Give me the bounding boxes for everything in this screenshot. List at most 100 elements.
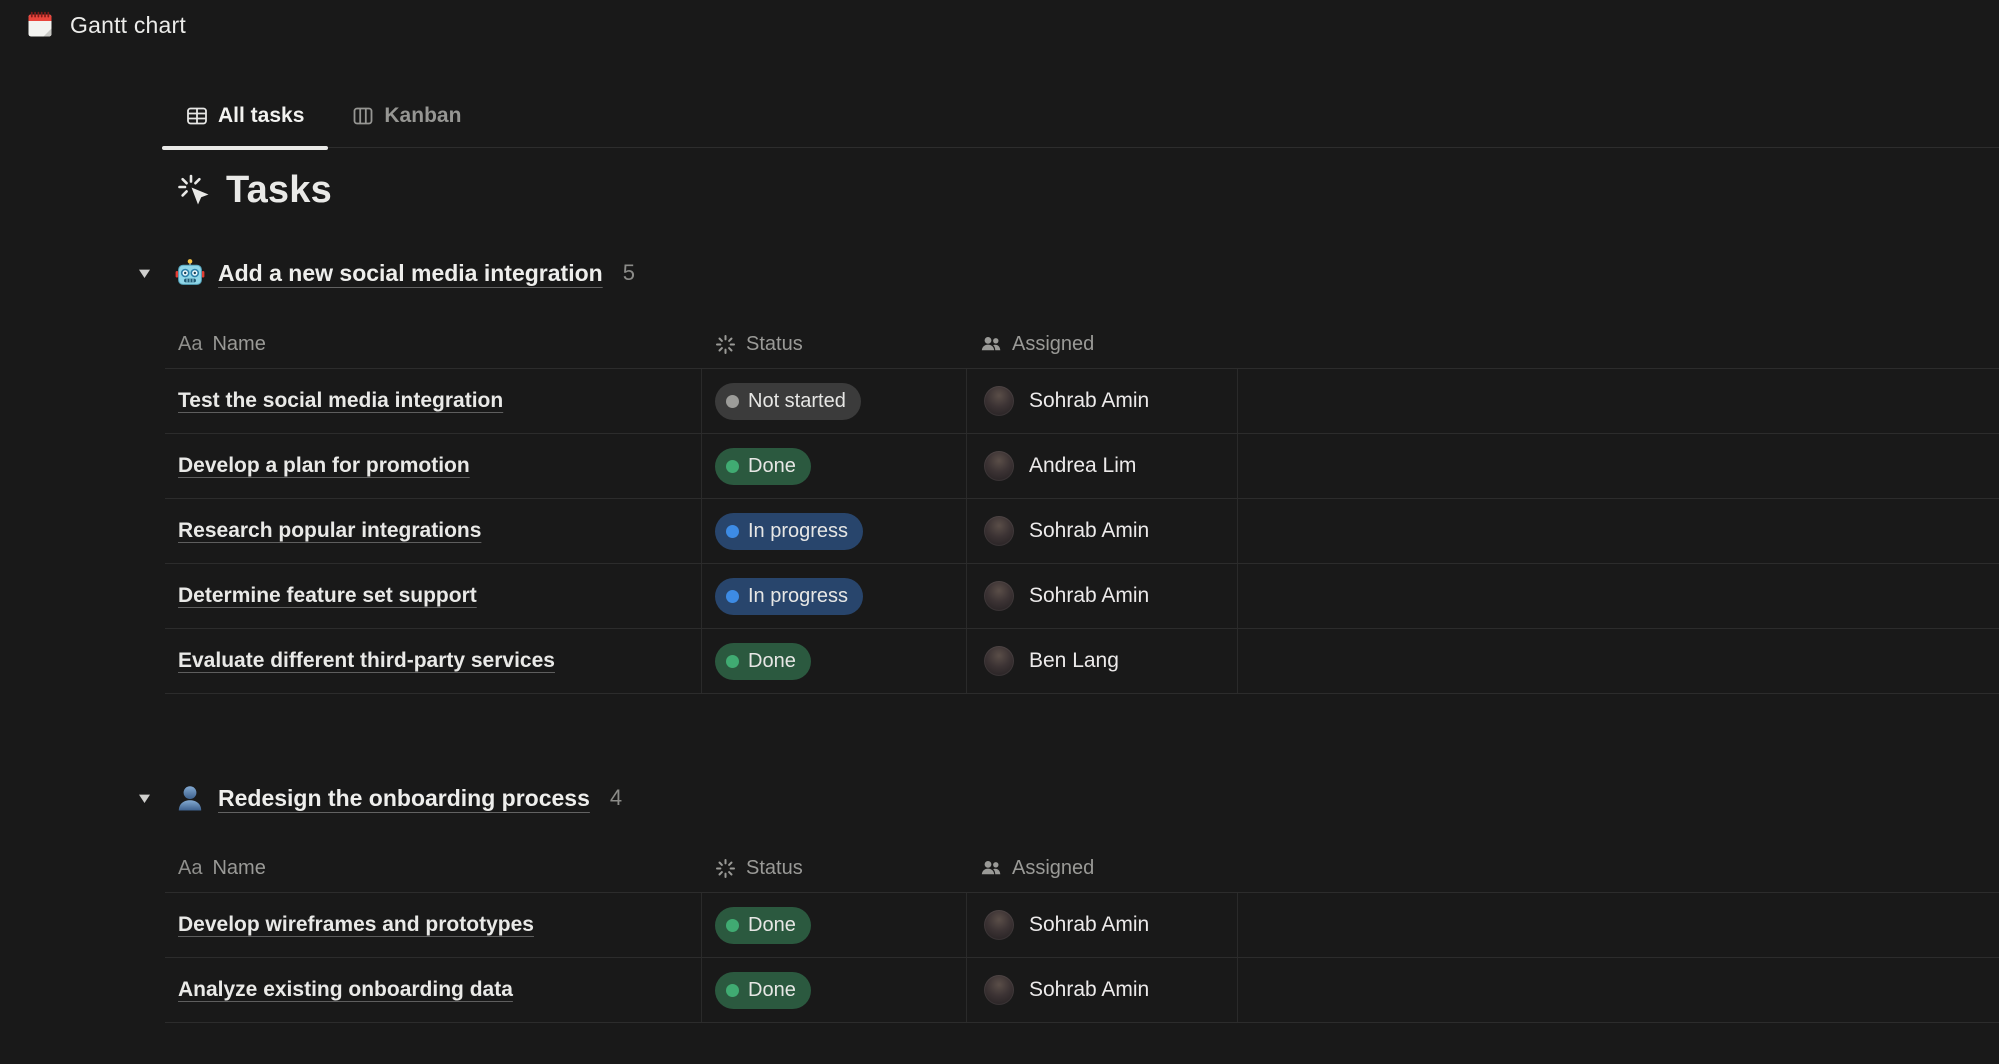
task-title[interactable]: Test the social media integration xyxy=(178,389,503,413)
column-header-assigned[interactable]: Assigned xyxy=(967,857,1238,880)
task-name-cell[interactable]: Analyze existing onboarding data xyxy=(165,958,702,1022)
task-title[interactable]: Develop a plan for promotion xyxy=(178,454,470,478)
status-pill: Not started xyxy=(715,383,861,420)
task-assigned-cell[interactable]: Sohrab Amin xyxy=(967,499,1238,563)
task-status-cell[interactable]: Done xyxy=(702,958,967,1022)
cursor-click-icon xyxy=(177,173,211,207)
status-dot-icon xyxy=(726,525,739,538)
task-assigned-cell[interactable]: Sohrab Amin xyxy=(967,893,1238,957)
column-label: Status xyxy=(746,333,803,356)
task-assigned-cell[interactable]: Ben Lang xyxy=(967,629,1238,693)
status-pill: In progress xyxy=(715,578,863,615)
task-title[interactable]: Develop wireframes and prototypes xyxy=(178,913,534,937)
status-label: Not started xyxy=(748,390,846,413)
task-name-cell[interactable]: Develop a plan for promotion xyxy=(165,434,702,498)
status-pill: Done xyxy=(715,907,811,944)
status-burst-icon xyxy=(715,858,736,879)
group-title[interactable]: Add a new social media integration xyxy=(218,260,603,287)
task-assigned-cell[interactable]: Sohrab Amin xyxy=(967,564,1238,628)
empty-cell xyxy=(1238,564,1999,628)
column-label: Status xyxy=(746,857,803,880)
triangle-down-icon xyxy=(136,265,153,282)
status-pill: Done xyxy=(715,448,811,485)
table-icon xyxy=(186,105,208,127)
group-header: Add a new social media integration 5 xyxy=(131,254,635,292)
group-count: 4 xyxy=(610,785,622,811)
status-dot-icon xyxy=(726,460,739,473)
table-row: Research popular integrations In progres… xyxy=(165,498,1999,563)
task-status-cell[interactable]: Not started xyxy=(702,369,967,433)
avatar xyxy=(984,581,1014,611)
tab-label: All tasks xyxy=(218,104,304,128)
task-assigned-cell[interactable]: Sohrab Amin xyxy=(967,369,1238,433)
task-status-cell[interactable]: In progress xyxy=(702,564,967,628)
avatar xyxy=(984,646,1014,676)
empty-cell xyxy=(1238,434,1999,498)
database-heading[interactable]: Tasks xyxy=(177,166,332,214)
column-label: Name xyxy=(212,333,265,356)
group-title[interactable]: Redesign the onboarding process xyxy=(218,785,590,812)
column-header-status[interactable]: Status xyxy=(702,333,967,356)
status-dot-icon xyxy=(726,919,739,932)
status-label: Done xyxy=(748,914,796,937)
task-title[interactable]: Research popular integrations xyxy=(178,519,481,543)
text-property-icon: Aa xyxy=(178,857,202,880)
avatar xyxy=(984,451,1014,481)
status-label: Done xyxy=(748,650,796,673)
assignee-name: Andrea Lim xyxy=(1029,454,1136,478)
task-status-cell[interactable]: Done xyxy=(702,893,967,957)
task-status-cell[interactable]: In progress xyxy=(702,499,967,563)
group-toggle-button[interactable] xyxy=(131,785,157,811)
task-status-cell[interactable]: Done xyxy=(702,629,967,693)
empty-cell xyxy=(1238,958,1999,1022)
people-icon xyxy=(980,857,1002,879)
group-header: Redesign the onboarding process 4 xyxy=(131,779,622,817)
group-count: 5 xyxy=(623,260,635,286)
table-row: Develop wireframes and prototypes Done S… xyxy=(165,892,1999,957)
tasks-table-group-1: Aa Name Status xyxy=(165,320,1999,694)
group-toggle-button[interactable] xyxy=(131,260,157,286)
task-name-cell[interactable]: Evaluate different third-party services xyxy=(165,629,702,693)
text-property-icon: Aa xyxy=(178,333,202,356)
task-assigned-cell[interactable]: Andrea Lim xyxy=(967,434,1238,498)
tab-kanban[interactable]: Kanban xyxy=(336,84,477,148)
column-label: Assigned xyxy=(1012,333,1094,356)
status-label: Done xyxy=(748,979,796,1002)
table-row: Evaluate different third-party services … xyxy=(165,628,1999,693)
database-title: Tasks xyxy=(226,169,332,212)
table-row: Test the social media integration Not st… xyxy=(165,368,1999,433)
task-status-cell[interactable]: Done xyxy=(702,434,967,498)
avatar xyxy=(984,910,1014,940)
task-title[interactable]: Evaluate different third-party services xyxy=(178,649,555,673)
assignee-name: Sohrab Amin xyxy=(1029,913,1149,937)
breadcrumb[interactable]: Gantt chart xyxy=(25,6,186,44)
task-name-cell[interactable]: Determine feature set support xyxy=(165,564,702,628)
avatar xyxy=(984,975,1014,1005)
column-label: Name xyxy=(212,857,265,880)
table-body: Develop wireframes and prototypes Done S… xyxy=(165,892,1999,1023)
column-header-name[interactable]: Aa Name xyxy=(165,857,702,880)
column-header-assigned[interactable]: Assigned xyxy=(967,333,1238,356)
task-name-cell[interactable]: Develop wireframes and prototypes xyxy=(165,893,702,957)
column-header-status[interactable]: Status xyxy=(702,857,967,880)
table-header-row: Aa Name Status xyxy=(165,320,1999,368)
status-pill: Done xyxy=(715,972,811,1009)
task-title[interactable]: Analyze existing onboarding data xyxy=(178,978,513,1002)
avatar xyxy=(984,516,1014,546)
status-burst-icon xyxy=(715,334,736,355)
tab-all-tasks[interactable]: All tasks xyxy=(162,84,328,148)
empty-cell xyxy=(1238,893,1999,957)
kanban-board-icon xyxy=(352,105,374,127)
task-name-cell[interactable]: Test the social media integration xyxy=(165,369,702,433)
notion-dark-page: Gantt chart All tasks Kanban xyxy=(0,0,1999,1064)
column-header-name[interactable]: Aa Name xyxy=(165,333,702,356)
assignee-name: Sohrab Amin xyxy=(1029,584,1149,608)
task-assigned-cell[interactable]: Sohrab Amin xyxy=(967,958,1238,1022)
status-dot-icon xyxy=(726,590,739,603)
assignee-name: Ben Lang xyxy=(1029,649,1119,673)
table-row: Determine feature set support In progres… xyxy=(165,563,1999,628)
task-name-cell[interactable]: Research popular integrations xyxy=(165,499,702,563)
assignee-name: Sohrab Amin xyxy=(1029,519,1149,543)
empty-cell xyxy=(1238,629,1999,693)
task-title[interactable]: Determine feature set support xyxy=(178,584,477,608)
